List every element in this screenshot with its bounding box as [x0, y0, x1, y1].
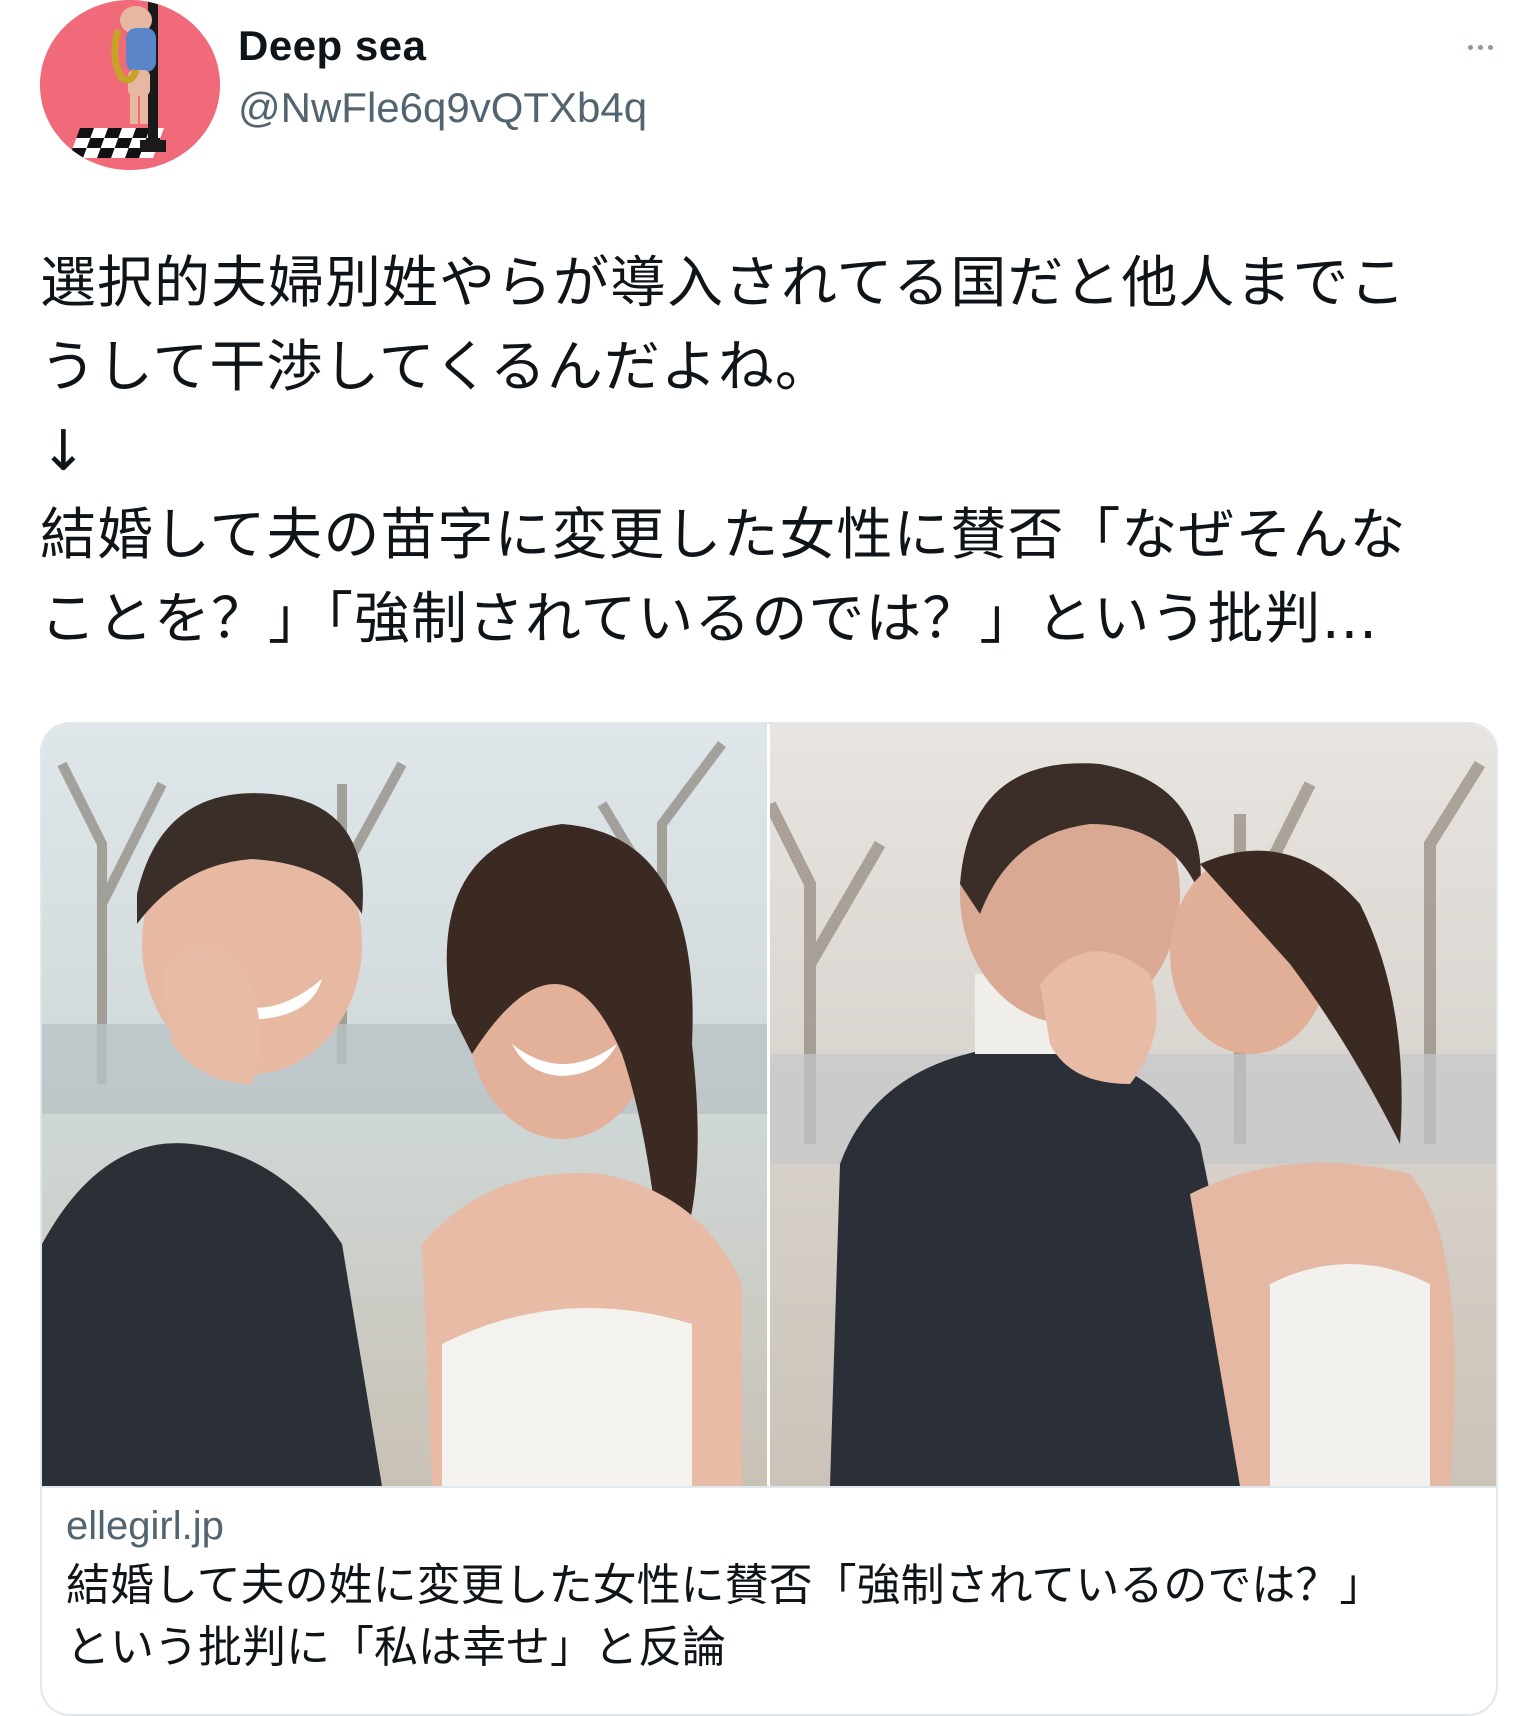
card-title: 結婚して夫の姓に変更した女性に賛否「強制されているのでは？」 という批判に「私は… — [66, 1555, 1476, 1679]
tweet: Deep sea @NwFle6q9vQTXb4q 選択的夫婦別姓やらが導入され… — [0, 0, 1536, 1716]
tweet-text-line: 結婚して夫の苗字に変更した女性に賛否「なぜそんな — [40, 503, 1407, 568]
tweet-text-line: ことを？」「強制されているのでは？」という批判… — [40, 587, 1379, 652]
couple-photo-image — [42, 724, 767, 1486]
tweet-text-line: ↓ — [40, 419, 88, 484]
avatar[interactable] — [40, 0, 220, 170]
card-title-line: という批判に「私は幸せ」と反論 — [66, 1622, 726, 1673]
card-title-line: 結婚して夫の姓に変更した女性に賛否「強制されているのでは？」 — [66, 1560, 1384, 1611]
tweet-text: 選択的夫婦別姓やらが導入されてる国だと他人までこ うして干渉してくるんだよね。 … — [40, 242, 1500, 662]
tweet-text-line: 選択的夫婦別姓やらが導入されてる国だと他人までこ — [40, 251, 1407, 316]
card-meta: ellegirl.jp 結婚して夫の姓に変更した女性に賛否「強制されているのでは… — [66, 1504, 1476, 1679]
couple-kiss-photo-image — [770, 724, 1496, 1486]
cartoon-character-avatar-icon — [40, 0, 220, 170]
link-preview-card[interactable]: ellegirl.jp 結婚して夫の姓に変更した女性に賛否「強制されているのでは… — [40, 722, 1498, 1716]
user-handle[interactable]: @NwFle6q9vQTXb4q — [238, 84, 647, 132]
card-photo-kissing-couple — [770, 724, 1496, 1486]
dot — [1467, 44, 1473, 50]
card-images — [42, 724, 1496, 1488]
tweet-text-line: うして干渉してくるんだよね。 — [40, 335, 832, 400]
card-photo-laughing-couple — [42, 724, 770, 1486]
display-name[interactable]: Deep sea — [238, 22, 426, 70]
dot — [1487, 44, 1493, 50]
card-domain: ellegirl.jp — [66, 1504, 224, 1548]
dot — [1477, 44, 1483, 50]
more-options-icon[interactable] — [1460, 32, 1500, 62]
